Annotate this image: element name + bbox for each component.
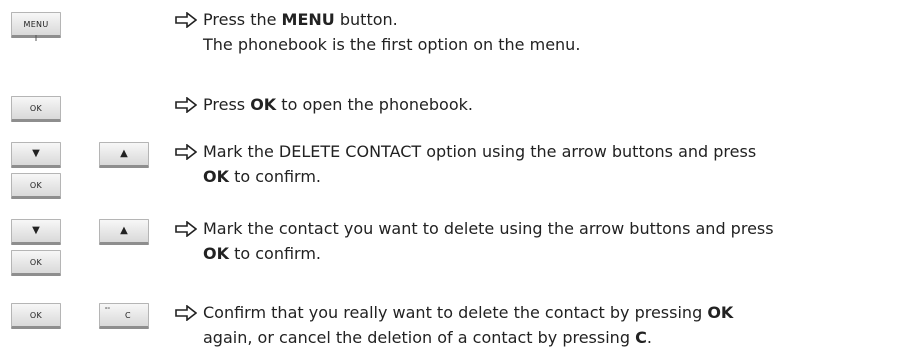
ok-button-label: OK: [29, 180, 43, 190]
step-text: Confirm that you really want to delete t…: [203, 303, 734, 322]
menu-button[interactable]: MENU: [11, 12, 61, 41]
ok-button[interactable]: OK: [11, 96, 61, 122]
arrow-right-icon: [175, 305, 197, 321]
arrow-right-icon: [175, 12, 197, 28]
down-arrow-button[interactable]: ▼: [11, 219, 61, 245]
down-arrow-icon: ▼: [32, 148, 40, 159]
instruction-step: Confirm that you really want to delete t…: [175, 300, 899, 350]
up-arrow-icon: ▲: [120, 148, 128, 159]
step-text: Mark the contact you want to delete usin…: [203, 219, 774, 238]
c-button[interactable]: ᵒᵒ C: [99, 303, 149, 329]
c-button-label: C: [125, 310, 131, 320]
instruction-step: Press the MENU button. The phonebook is …: [175, 7, 899, 57]
up-arrow-icon: ▲: [120, 225, 128, 236]
ok-button[interactable]: OK: [11, 173, 61, 199]
up-arrow-button[interactable]: ▲: [99, 142, 149, 168]
step-text: Press the MENU button.: [203, 10, 398, 29]
ok-button-label: OK: [29, 310, 43, 320]
menu-button-notch: [35, 35, 37, 41]
step-text: Mark the DELETE CONTACT option using the…: [203, 142, 757, 161]
step-text: OK to confirm.: [203, 244, 322, 263]
voicemail-icon: ᵒᵒ: [105, 306, 110, 313]
ok-button[interactable]: OK: [11, 303, 61, 329]
instruction-step: Press OK to open the phonebook.: [175, 92, 899, 117]
step-text: again, or cancel the deletion of a conta…: [203, 328, 652, 347]
down-arrow-icon: ▼: [32, 225, 40, 236]
step-text: Press OK to open the phonebook.: [203, 95, 473, 114]
ok-button-label: OK: [29, 257, 43, 267]
instruction-step: Mark the contact you want to delete usin…: [175, 216, 899, 266]
down-arrow-button[interactable]: ▼: [11, 142, 61, 168]
step-note: The phonebook is the first option on the…: [203, 35, 581, 54]
arrow-right-icon: [175, 144, 197, 160]
arrow-right-icon: [175, 97, 197, 113]
step-text: OK to confirm.: [203, 167, 322, 186]
up-arrow-button[interactable]: ▲: [99, 219, 149, 245]
arrow-right-icon: [175, 221, 197, 237]
ok-button-label: OK: [29, 103, 43, 113]
ok-button[interactable]: OK: [11, 250, 61, 276]
instruction-step: Mark the DELETE CONTACT option using the…: [175, 139, 899, 189]
menu-button-label: MENU: [23, 19, 49, 29]
